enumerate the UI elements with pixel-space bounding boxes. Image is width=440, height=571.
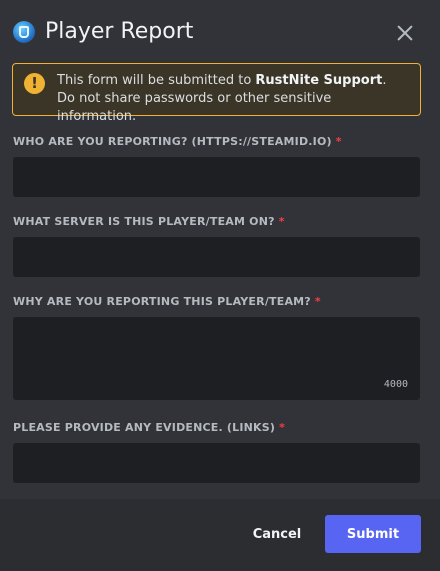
organization-name: RustNite Support <box>255 73 383 88</box>
warning-text: This form will be submitted to RustNite … <box>57 73 387 124</box>
exclamation-icon: ! <box>24 73 45 94</box>
reported-player-input[interactable] <box>13 157 420 197</box>
field-label-reported-player: WHO ARE YOU REPORTING? (HTTPS://STEAMID.… <box>13 135 342 148</box>
field-label-server: WHAT SERVER IS THIS PLAYER/TEAM ON? * <box>13 215 285 228</box>
character-counter: 4000 <box>383 379 408 390</box>
modal-footer: Cancel Submit <box>0 499 440 571</box>
modal-header: Player Report <box>0 0 440 64</box>
cancel-button[interactable]: Cancel <box>236 515 318 553</box>
reason-textarea[interactable] <box>13 317 420 400</box>
field-label-evidence: PLEASE PROVIDE ANY EVIDENCE. (LINKS) * <box>13 421 286 434</box>
field-label-reason: WHY ARE YOU REPORTING THIS PLAYER/TEAM? * <box>13 295 321 308</box>
required-marker: * <box>314 295 321 308</box>
required-marker: * <box>278 215 285 228</box>
submit-button[interactable]: Submit <box>325 515 421 553</box>
required-marker: * <box>279 421 286 434</box>
server-input[interactable] <box>13 237 420 277</box>
modal-title: Player Report <box>45 19 194 44</box>
player-report-modal: Player Report ! This form will be submit… <box>0 0 440 571</box>
required-marker: * <box>335 135 342 148</box>
evidence-input[interactable] <box>13 443 420 483</box>
close-icon[interactable] <box>393 21 417 45</box>
app-icon <box>13 21 35 43</box>
warning-banner: ! This form will be submitted to RustNit… <box>12 63 421 124</box>
